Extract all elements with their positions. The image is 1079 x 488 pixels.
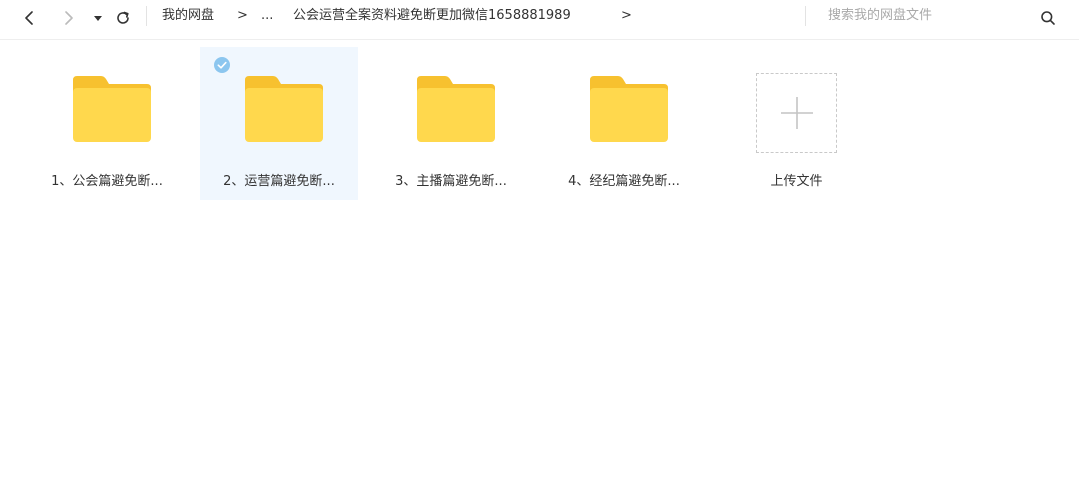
folder-icon (73, 76, 151, 142)
chevron-left-icon (25, 11, 33, 25)
upload-dropzone[interactable] (756, 73, 837, 153)
upload-tile[interactable]: 上传文件 (700, 47, 893, 200)
file-name: 1、公会篇避免断... (51, 174, 163, 189)
search-divider (805, 6, 806, 26)
chevron-right-icon (65, 11, 73, 25)
breadcrumb-trailing-separator: > (621, 8, 632, 23)
file-tile-selected[interactable]: 2、运营篇避免断... (200, 47, 358, 200)
history-dropdown-button[interactable] (85, 5, 111, 31)
file-tile[interactable]: 3、主播篇避免断... (372, 47, 530, 200)
upload-label: 上传文件 (770, 174, 823, 189)
file-grid: 1、公会篇避免断... 2、运营篇避免断... 3、主播篇避免断... 4、经纪… (0, 46, 1079, 206)
file-name: 2、运营篇避免断... (223, 174, 335, 189)
breadcrumb-current[interactable]: 公会运营全案资料避免断更加微信1658881989 (293, 7, 571, 25)
toolbar-divider (146, 6, 147, 26)
forward-button[interactable] (55, 5, 81, 31)
breadcrumb-root[interactable]: 我的网盘 (162, 7, 214, 25)
caret-down-icon (94, 16, 102, 21)
check-circle-icon[interactable] (214, 57, 230, 73)
folder-icon (245, 76, 323, 142)
search-input[interactable] (816, 3, 1016, 27)
back-button[interactable] (17, 5, 43, 31)
folder-icon (590, 76, 668, 142)
file-name: 4、经纪篇避免断... (568, 174, 680, 189)
file-name: 3、主播篇避免断... (395, 174, 507, 189)
refresh-button[interactable] (110, 5, 136, 31)
toolbar: 我的网盘 > ... 公会运营全案资料避免断更加微信1658881989 > (0, 0, 1079, 40)
breadcrumb-ellipsis[interactable]: ... (261, 7, 273, 25)
file-tile[interactable]: 1、公会篇避免断... (28, 47, 186, 200)
plus-icon (780, 97, 813, 129)
breadcrumb-separator: > (237, 8, 248, 23)
folder-icon (417, 76, 495, 142)
file-tile[interactable]: 4、经纪篇避免断... (545, 47, 703, 200)
search-button[interactable] (1035, 5, 1061, 31)
search-icon (1041, 11, 1055, 25)
refresh-icon (117, 11, 129, 24)
